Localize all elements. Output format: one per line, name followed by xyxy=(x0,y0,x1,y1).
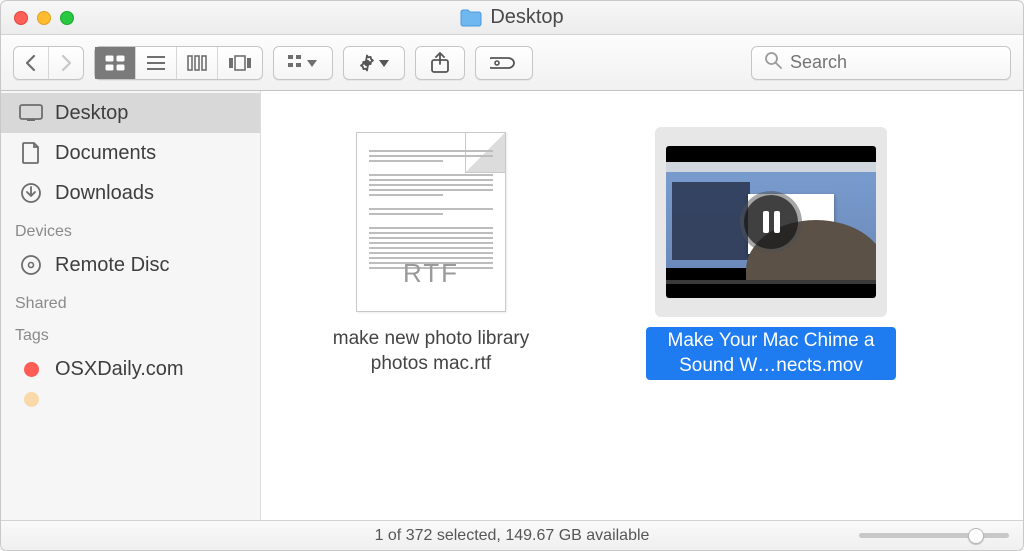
column-view-button[interactable] xyxy=(177,47,218,79)
sidebar-item-label: Remote Disc xyxy=(55,254,169,277)
file-item[interactable]: RTF make new photo library photos mac.rt… xyxy=(301,127,561,376)
sidebar-heading-tags: Tags xyxy=(1,317,260,349)
sidebar-item-label: Documents xyxy=(55,142,156,165)
search-field[interactable] xyxy=(751,46,1011,80)
sidebar-item-label: OSXDaily.com xyxy=(55,358,184,381)
toolbar xyxy=(1,35,1023,91)
window-title-text: Desktop xyxy=(490,6,563,29)
arrange-button[interactable] xyxy=(273,46,333,80)
sidebar-item-label: Downloads xyxy=(55,182,154,205)
sidebar-tag-partial[interactable] xyxy=(1,389,260,409)
file-name-label[interactable]: Make Your Mac Chime a Sound W…nects.mov xyxy=(646,327,896,380)
icon-view-button[interactable] xyxy=(95,47,136,79)
tag-color-icon xyxy=(19,388,43,410)
sidebar-heading-devices: Devices xyxy=(1,213,260,245)
sidebar-item-remote-disc[interactable]: Remote Disc xyxy=(1,245,260,285)
sidebar-tag-osxdaily[interactable]: OSXDaily.com xyxy=(1,349,260,389)
coverflow-view-button[interactable] xyxy=(218,47,262,79)
search-icon xyxy=(764,51,782,74)
pause-overlay-icon xyxy=(744,195,798,249)
icon-size-slider[interactable] xyxy=(859,532,1009,540)
desktop-icon xyxy=(19,102,43,124)
sidebar: Desktop Documents Downloads Devices Remo xyxy=(1,91,261,520)
file-name-label[interactable]: make new photo library photos mac.rtf xyxy=(306,327,556,376)
file-extension-overlay: RTF xyxy=(357,258,505,289)
search-input[interactable] xyxy=(790,52,998,73)
finder-window: Desktop xyxy=(0,0,1024,551)
movie-thumbnail-icon xyxy=(666,146,876,298)
nav-buttons xyxy=(13,46,84,80)
action-button[interactable] xyxy=(343,46,405,80)
tags-button[interactable] xyxy=(475,46,533,80)
file-grid[interactable]: RTF make new photo library photos mac.rt… xyxy=(261,91,1023,520)
forward-button[interactable] xyxy=(49,47,83,79)
view-mode-buttons xyxy=(94,46,263,80)
zoom-window-button[interactable] xyxy=(60,11,74,25)
sidebar-heading-shared: Shared xyxy=(1,285,260,317)
slider-knob[interactable] xyxy=(968,528,984,544)
window-title: Desktop xyxy=(1,6,1023,29)
rtf-document-icon: RTF xyxy=(356,132,506,312)
close-window-button[interactable] xyxy=(14,11,28,25)
list-view-button[interactable] xyxy=(136,47,177,79)
window-body: Desktop Documents Downloads Devices Remo xyxy=(1,91,1023,520)
disc-icon xyxy=(19,254,43,276)
window-controls xyxy=(1,11,74,25)
tag-color-icon xyxy=(19,358,43,380)
file-item[interactable]: Make Your Mac Chime a Sound W…nects.mov xyxy=(641,127,901,380)
status-bar: 1 of 372 selected, 149.67 GB available xyxy=(1,520,1023,550)
documents-icon xyxy=(19,142,43,164)
downloads-icon xyxy=(19,182,43,204)
status-text: 1 of 372 selected, 149.67 GB available xyxy=(375,527,650,545)
back-button[interactable] xyxy=(14,47,49,79)
file-thumbnail[interactable]: RTF xyxy=(341,127,521,317)
folder-icon xyxy=(460,9,482,27)
sidebar-item-label: Desktop xyxy=(55,102,128,125)
titlebar: Desktop xyxy=(1,1,1023,35)
sidebar-item-downloads[interactable]: Downloads xyxy=(1,173,260,213)
file-thumbnail[interactable] xyxy=(655,127,887,317)
minimize-window-button[interactable] xyxy=(37,11,51,25)
sidebar-item-documents[interactable]: Documents xyxy=(1,133,260,173)
share-button[interactable] xyxy=(415,46,465,80)
sidebar-item-desktop[interactable]: Desktop xyxy=(1,93,260,133)
